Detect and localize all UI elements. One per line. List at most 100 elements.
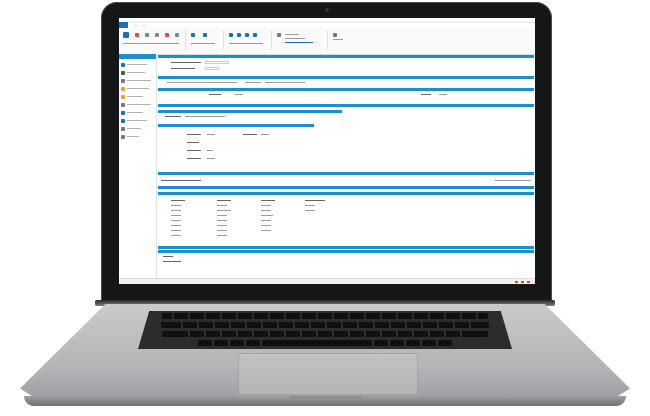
table-cell bbox=[171, 200, 185, 201]
section-header-bar bbox=[158, 55, 534, 58]
sidebar-item[interactable] bbox=[121, 102, 151, 107]
group-icon[interactable] bbox=[245, 33, 249, 37]
key bbox=[198, 340, 212, 346]
key bbox=[206, 331, 220, 337]
field-label bbox=[163, 261, 181, 262]
filter-icon[interactable] bbox=[229, 33, 233, 37]
field-label bbox=[243, 134, 257, 135]
sidebar-item-label bbox=[127, 136, 139, 137]
form-field[interactable] bbox=[205, 61, 229, 64]
key bbox=[206, 313, 220, 319]
sidebar-item[interactable] bbox=[121, 70, 145, 75]
sidebar-item-label bbox=[127, 72, 145, 73]
key bbox=[238, 313, 252, 319]
form-field[interactable] bbox=[205, 67, 219, 70]
expand-icon[interactable] bbox=[253, 33, 257, 37]
table-cell bbox=[305, 200, 325, 201]
table-cell bbox=[171, 235, 181, 236]
detail-text bbox=[265, 82, 305, 83]
status-indicator-icon bbox=[521, 281, 524, 283]
key bbox=[327, 322, 341, 328]
save-icon[interactable] bbox=[191, 33, 195, 37]
sidebar-item[interactable] bbox=[121, 134, 139, 139]
search-icon[interactable] bbox=[277, 33, 281, 37]
key bbox=[350, 331, 364, 337]
table-cell bbox=[261, 215, 273, 216]
key bbox=[478, 313, 488, 319]
key bbox=[438, 340, 452, 346]
new-icon[interactable] bbox=[123, 32, 129, 38]
copy-icon[interactable] bbox=[145, 33, 149, 37]
key bbox=[199, 322, 213, 328]
table-cell bbox=[171, 220, 181, 221]
key bbox=[302, 331, 316, 337]
sidebar-item[interactable] bbox=[121, 62, 147, 67]
export-icon[interactable] bbox=[203, 33, 207, 37]
field-label bbox=[187, 150, 201, 151]
key bbox=[446, 313, 460, 319]
key bbox=[398, 313, 412, 319]
settings-icon bbox=[121, 102, 125, 107]
warning-icon bbox=[121, 86, 125, 91]
key bbox=[263, 322, 277, 328]
key bbox=[222, 313, 236, 319]
tab-home[interactable]: — bbox=[134, 23, 137, 27]
key bbox=[254, 331, 268, 337]
key-row bbox=[138, 331, 512, 338]
field-value bbox=[207, 134, 215, 135]
webcam bbox=[325, 8, 329, 12]
key bbox=[162, 313, 172, 319]
ribbon-group-2 bbox=[189, 31, 219, 49]
subsection-header-bar bbox=[158, 110, 342, 113]
table-cell bbox=[261, 230, 271, 231]
ribbon-toolbar bbox=[119, 28, 535, 55]
field-value bbox=[185, 116, 225, 117]
key bbox=[430, 331, 444, 337]
sidebar-item[interactable] bbox=[121, 110, 143, 115]
status-indicator-icon bbox=[515, 281, 518, 283]
key bbox=[183, 322, 197, 328]
section-header-bar bbox=[158, 186, 534, 189]
close-icon[interactable] bbox=[165, 33, 169, 37]
ribbon-separator bbox=[327, 30, 328, 50]
key bbox=[254, 313, 268, 319]
key-row bbox=[138, 322, 512, 329]
section-header-bar bbox=[158, 172, 534, 175]
sidebar-item-label bbox=[127, 88, 149, 89]
key bbox=[359, 322, 373, 328]
key bbox=[318, 331, 332, 337]
print-icon[interactable] bbox=[155, 33, 159, 37]
refresh-icon[interactable] bbox=[175, 33, 179, 37]
detail-text bbox=[245, 82, 261, 83]
sidebar-item[interactable] bbox=[121, 86, 149, 91]
key bbox=[190, 313, 204, 319]
sidebar-item[interactable] bbox=[121, 118, 147, 123]
report-icon bbox=[121, 118, 125, 123]
key bbox=[174, 313, 188, 319]
key bbox=[430, 313, 444, 319]
sidebar-item[interactable] bbox=[121, 78, 151, 83]
delete-icon[interactable] bbox=[135, 33, 139, 37]
field-label bbox=[171, 62, 201, 63]
tools-icon[interactable] bbox=[333, 33, 337, 37]
ribbon-label-line bbox=[229, 43, 263, 44]
key bbox=[422, 340, 436, 346]
key bbox=[423, 322, 437, 328]
table-cell bbox=[171, 230, 181, 231]
table-cell bbox=[171, 210, 181, 211]
sort-icon[interactable] bbox=[237, 33, 241, 37]
table-cell bbox=[261, 220, 271, 221]
field-label bbox=[187, 142, 199, 143]
key bbox=[391, 322, 405, 328]
key bbox=[222, 331, 236, 337]
tab-view[interactable]: — bbox=[143, 23, 146, 27]
sidebar-item-label bbox=[127, 80, 151, 81]
sidebar-item[interactable] bbox=[121, 126, 141, 131]
sidebar-item[interactable] bbox=[121, 94, 143, 99]
key bbox=[230, 340, 244, 346]
table-cell bbox=[305, 210, 315, 211]
key bbox=[406, 340, 420, 346]
key bbox=[350, 313, 364, 319]
table-header-bar bbox=[158, 192, 534, 195]
table-cell bbox=[217, 200, 231, 201]
